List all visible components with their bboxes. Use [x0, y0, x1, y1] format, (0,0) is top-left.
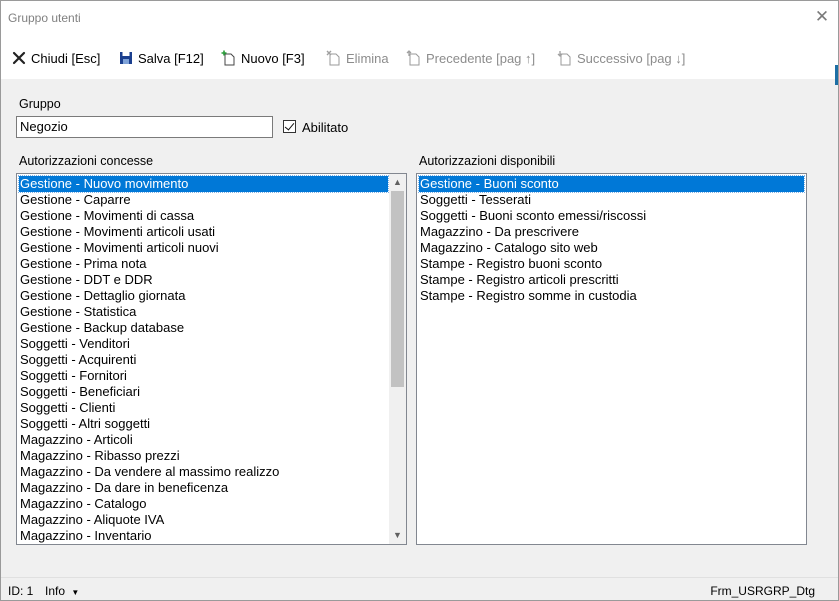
new-button[interactable]: Nuovo [F3] [221, 49, 305, 67]
available-items: Gestione - Buoni sconto Soggetti - Tesser… [418, 175, 805, 304]
list-item[interactable]: Soggetti - Venditori [19, 336, 388, 352]
new-button-label: Nuovo [F3] [241, 50, 305, 66]
granted-permissions-list[interactable]: Gestione - Nuovo movimento Gestione - Cap… [16, 173, 407, 545]
list-item[interactable]: Gestione - Movimenti di cassa [19, 208, 388, 224]
save-button-label: Salva [F12] [138, 50, 204, 66]
list-item[interactable]: Gestione - Statistica [19, 304, 388, 320]
info-dropdown-label: Info [45, 584, 66, 598]
delete-button-label: Elimina [346, 50, 389, 66]
next-button[interactable]: Successivo [pag ↓] [557, 49, 685, 67]
save-button[interactable]: Salva [F12] [118, 49, 204, 67]
list-item[interactable]: Soggetti - Altri soggetti [19, 416, 388, 432]
close-button[interactable]: Chiudi [Esc] [11, 49, 100, 67]
list-item[interactable]: Stampe - Registro somme in custodia [419, 288, 804, 304]
list-item[interactable]: Magazzino - Da vendere al massimo realiz… [19, 464, 388, 480]
scroll-down-icon[interactable]: ▼ [389, 527, 406, 544]
granted-permissions-label: Autorizzazioni concesse [19, 154, 154, 168]
caret-down-icon: ▼ [71, 588, 80, 597]
list-item[interactable]: Magazzino - Inventario [19, 528, 388, 544]
list-item[interactable]: Soggetti - Beneficiari [19, 384, 388, 400]
list-item[interactable]: Magazzino - Articoli [19, 432, 388, 448]
list-item[interactable]: Stampe - Registro articoli prescritti [419, 272, 804, 288]
list-item[interactable]: Stampe - Registro buoni sconto [419, 256, 804, 272]
record-id: ID: 1 [8, 584, 34, 598]
list-item[interactable]: Soggetti - Clienti [19, 400, 388, 416]
form-name: Frm_USRGRP_Dtg [710, 584, 815, 598]
list-item[interactable]: Soggetti - Acquirenti [19, 352, 388, 368]
window-title: Gruppo utenti [8, 11, 81, 25]
previous-button-label: Precedente [pag ↑] [426, 50, 536, 66]
window-close-icon[interactable]: ✕ [814, 8, 830, 25]
previous-document-icon [406, 50, 422, 66]
list-item[interactable]: Magazzino - Aliquote IVA [19, 512, 388, 528]
floppy-disk-icon [118, 50, 134, 66]
accent-strip [835, 65, 838, 85]
delete-button[interactable]: Elimina [326, 49, 389, 67]
title-bar: Gruppo utenti ✕ [1, 1, 838, 37]
list-item[interactable]: Gestione - Movimenti articoli usati [19, 224, 388, 240]
info-dropdown[interactable]: Info ▼ [45, 584, 79, 598]
list-item[interactable]: Magazzino - Catalogo sito web [419, 240, 804, 256]
scroll-thumb[interactable] [391, 191, 404, 387]
list-item[interactable]: Gestione - Buoni sconto [418, 175, 805, 193]
toolbar: Chiudi [Esc] Salva [F12] Nuovo [F3] Elim… [1, 37, 838, 79]
granted-items: Gestione - Nuovo movimento Gestione - Cap… [18, 175, 389, 544]
available-permissions-label: Autorizzazioni disponibili [419, 154, 556, 168]
list-item[interactable]: Magazzino - Da prescrivere [419, 224, 804, 240]
group-users-window: Gruppo utenti ✕ Chiudi [Esc] Salva [F12]… [0, 0, 839, 601]
group-input[interactable]: Negozio [16, 116, 273, 138]
group-label: Gruppo [19, 97, 61, 111]
available-permissions-list[interactable]: Gestione - Buoni sconto Soggetti - Tesser… [416, 173, 807, 545]
list-item[interactable]: Soggetti - Tesserati [419, 192, 804, 208]
close-button-label: Chiudi [Esc] [31, 50, 101, 66]
next-button-label: Successivo [pag ↓] [577, 50, 686, 66]
list-item[interactable]: Magazzino - Catalogo [19, 496, 388, 512]
list-item[interactable]: Gestione - DDT e DDR [19, 272, 388, 288]
previous-button[interactable]: Precedente [pag ↑] [406, 49, 535, 67]
list-item[interactable]: Soggetti - Buoni sconto emessi/riscossi [419, 208, 804, 224]
list-item[interactable]: Gestione - Nuovo movimento [18, 175, 389, 193]
scroll-up-icon[interactable]: ▲ [389, 174, 406, 191]
enabled-label[interactable]: Abilitato [302, 120, 348, 135]
status-bar: ID: 1 Info ▼ Frm_USRGRP_Dtg [1, 577, 838, 600]
list-item[interactable]: Gestione - Prima nota [19, 256, 388, 272]
new-document-icon [221, 50, 237, 66]
list-item[interactable]: Gestione - Caparre [19, 192, 388, 208]
granted-list-scrollbar[interactable]: ▲ ▼ [389, 174, 406, 544]
list-item[interactable]: Magazzino - Da dare in beneficenza [19, 480, 388, 496]
delete-document-icon [326, 50, 342, 66]
close-x-icon [11, 50, 27, 66]
next-document-icon [557, 50, 573, 66]
enabled-checkbox[interactable] [283, 120, 296, 133]
list-item[interactable]: Magazzino - Ribasso prezzi [19, 448, 388, 464]
list-item[interactable]: Gestione - Movimenti articoli nuovi [19, 240, 388, 256]
list-item[interactable]: Gestione - Backup database [19, 320, 388, 336]
list-item[interactable]: Soggetti - Fornitori [19, 368, 388, 384]
list-item[interactable]: Gestione - Dettaglio giornata [19, 288, 388, 304]
